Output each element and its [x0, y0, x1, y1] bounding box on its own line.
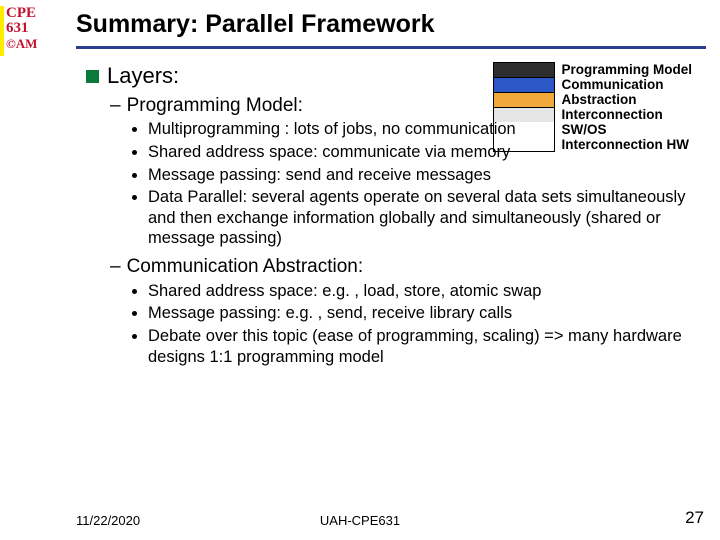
section-heading-text: Communication Abstraction: [127, 256, 364, 277]
list-item: Data Parallel: several agents operate on… [148, 187, 706, 249]
top-bullet-text: Layers: [107, 63, 179, 88]
list-item: Debate over this topic (ease of programm… [148, 326, 706, 367]
slide-body: Layers: –Programming Model: Multiprogram… [86, 62, 706, 373]
list-item: Message passing: e.g. , send, receive li… [148, 303, 706, 324]
title-underline [76, 46, 706, 49]
logo-line-2: 631 [6, 21, 46, 36]
list-item: Shared address space: e.g. , load, store… [148, 281, 706, 302]
dash-icon: – [110, 95, 121, 116]
section-list: Multiprogramming : lots of jobs, no comm… [148, 119, 706, 249]
list-item: Shared address space: communicate via me… [148, 142, 706, 163]
slide-title: Summary: Parallel Framework [76, 10, 435, 39]
square-bullet-icon [86, 70, 99, 83]
section-heading: –Programming Model: [110, 94, 706, 118]
course-logo: CPE 631 ©AM [6, 6, 46, 51]
list-item: Message passing: send and receive messag… [148, 165, 706, 186]
logo-line-1: CPE [6, 6, 46, 21]
logo-line-3: ©AM [6, 36, 46, 51]
section-list: Shared address space: e.g. , load, store… [148, 281, 706, 368]
section-heading: –Communication Abstraction: [110, 255, 706, 279]
footer-page-number: 27 [685, 508, 704, 528]
dash-icon: – [110, 256, 121, 277]
list-item: Multiprogramming : lots of jobs, no comm… [148, 119, 706, 140]
accent-bar [0, 6, 4, 56]
footer-center: UAH-CPE631 [0, 513, 720, 528]
section-heading-text: Programming Model: [127, 95, 303, 116]
top-bullet: Layers: [86, 62, 706, 90]
